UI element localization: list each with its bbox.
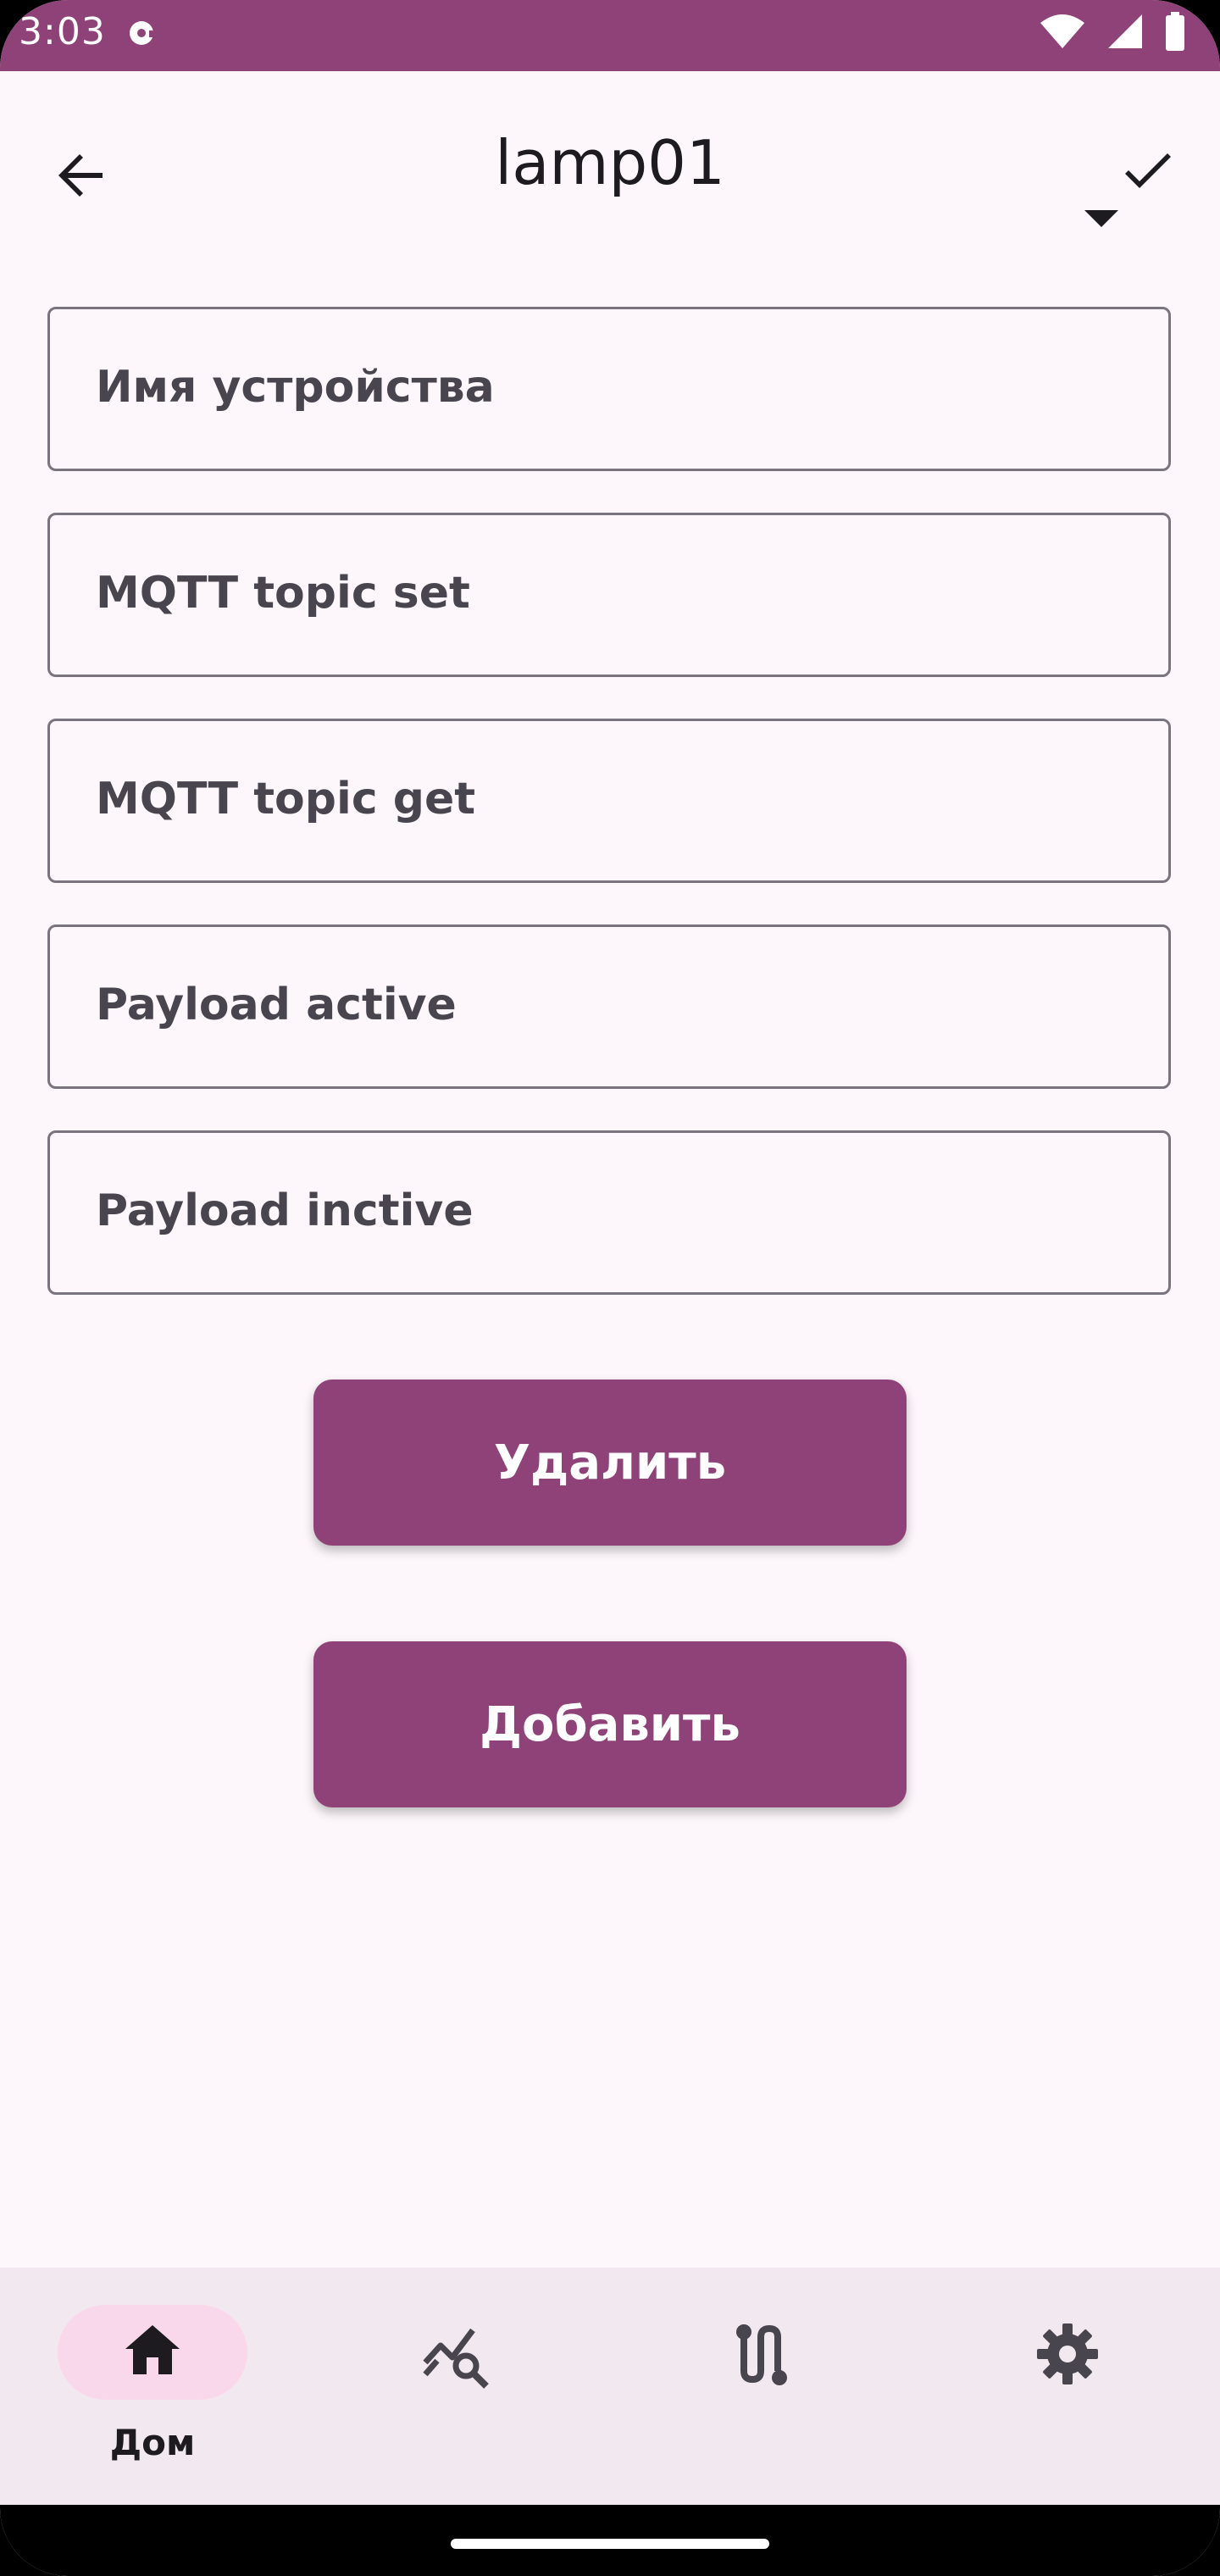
nav-item-routes[interactable] [610,2268,915,2505]
chart-search-icon [422,2318,493,2393]
status-icons [1039,12,1186,54]
wifi-icon [1039,13,1086,53]
gear-icon [1035,2322,1100,2390]
device-name-field[interactable]: Имя устройства [47,307,1171,471]
gesture-handle[interactable] [451,2539,769,2549]
top-app-bar: lamp01 [0,71,1220,266]
payload-inactive-label: Payload inctive [96,1185,474,1236]
page-title: lamp01 [495,127,725,198]
delete-button[interactable]: Удалить [313,1380,907,1546]
nav-item-home[interactable]: Дом [0,2268,305,2505]
mqtt-topic-set-field[interactable]: MQTT topic set [47,513,1171,677]
nav-active-indicator [58,2305,247,2400]
nav-item-settings[interactable] [915,2268,1220,2505]
media-icon [127,19,156,47]
dropdown-caret-icon[interactable] [1084,208,1118,229]
payload-active-field[interactable]: Payload active [47,924,1171,1089]
add-button[interactable]: Добавить [313,1641,907,1807]
bottom-navigation: Дом [0,2268,1220,2505]
route-icon [732,2318,793,2393]
check-icon [1120,144,1174,202]
nav-label-home: Дом [109,2422,196,2463]
mqtt-topic-set-label: MQTT topic set [96,568,470,619]
mqtt-topic-get-label: MQTT topic get [96,774,476,824]
home-icon [122,2320,183,2384]
status-bar: 3:03 [0,0,1220,71]
payload-inactive-field[interactable]: Payload inctive [47,1130,1171,1295]
app-screen: 3:03 lamp01 Имя устройства MQTT topic se… [0,0,1220,2576]
status-time: 3:03 [19,10,106,53]
signal-icon [1106,13,1144,53]
payload-active-label: Payload active [96,980,457,1030]
confirm-button[interactable] [1105,130,1190,215]
battery-icon [1164,12,1186,54]
nav-item-analytics[interactable] [305,2268,610,2505]
device-name-label: Имя устройства [96,362,495,413]
mqtt-topic-get-field[interactable]: MQTT topic get [47,719,1171,883]
